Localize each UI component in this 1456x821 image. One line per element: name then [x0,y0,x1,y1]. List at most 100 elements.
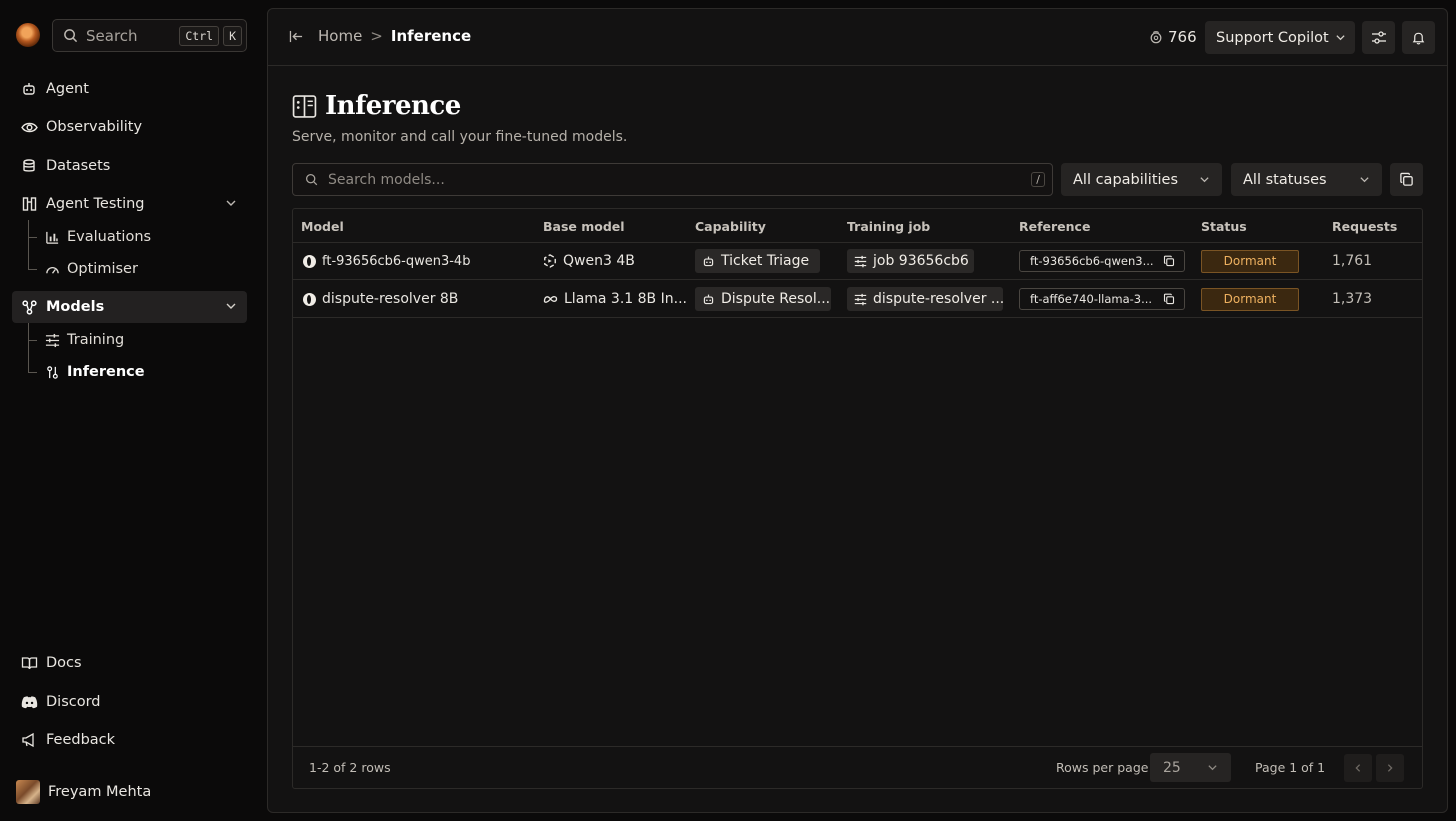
rows-per-page-value: 25 [1163,759,1181,776]
base-model-name: Llama 3.1 8B In... [564,291,687,307]
sliders-icon [44,332,60,348]
avatar [16,780,40,804]
sidebar-item-agent-testing[interactable]: Agent Testing [12,188,247,220]
sidebar-item-models[interactable]: Models [12,291,247,323]
breadcrumb: Home > Inference [289,27,471,45]
models-search-input[interactable]: Search models... / [292,163,1053,196]
database-icon [20,157,38,175]
app-logo[interactable] [16,23,40,47]
sidebar-item-training[interactable]: Training [44,327,124,353]
table-row[interactable]: ft-93656cb6-qwen3-4b Qwen3 4B Ticket Tri… [293,242,1422,280]
sidebar-item-discord[interactable]: Discord [12,686,247,718]
reference-cell: ft-93656cb6-qwen3... [1019,242,1185,280]
collapse-sidebar-icon[interactable] [289,30,304,43]
breadcrumb-current: Inference [390,27,472,45]
search-icon [64,29,78,43]
column-header-capability[interactable]: Capability [695,219,766,234]
credits-value: 766 [1168,28,1197,46]
sidebar-item-optimiser[interactable]: Optimiser [44,256,138,282]
column-header-reference[interactable]: Reference [1019,219,1090,234]
sidebar-item-inference[interactable]: Inference [44,359,145,385]
sliders-icon [854,293,867,306]
capability-cell[interactable]: Ticket Triage [695,242,820,280]
column-header-model[interactable]: Model [301,219,344,234]
tree-branch [28,372,37,373]
status-badge: Dormant [1201,249,1299,273]
capability-chip[interactable]: Ticket Triage [695,249,820,273]
inference-icon [44,364,60,380]
sidebar-item-label: Training [67,332,125,348]
global-search[interactable]: Search Ctrl K [52,19,247,52]
sidebar-item-label: Feedback [46,732,116,748]
user-name: Freyam Mehta [48,784,152,800]
credits-counter[interactable]: 766 [1149,28,1197,46]
previous-page-button[interactable] [1344,754,1372,782]
page-header: Inference [292,91,461,121]
sidebar-item-label: Models [46,299,105,315]
sidebar-item-evaluations[interactable]: Evaluations [44,224,151,250]
project-selector[interactable]: Support Copilot [1205,21,1355,54]
sidebar: Search Ctrl K Agent Observability Datase… [0,0,258,821]
page-title: Inference [325,91,461,121]
page-indicator: Page 1 of 1 [1255,760,1326,775]
column-header-training-job[interactable]: Training job [847,219,930,234]
chevron-down-icon [1336,35,1345,41]
chevron-down-icon [1208,765,1217,771]
sidebar-item-datasets[interactable]: Datasets [12,150,247,182]
qwen-icon [543,254,557,268]
sidebar-item-label: Agent [46,81,89,97]
model-cell[interactable]: dispute-resolver 8B [303,280,458,318]
shortcut-k: K [223,25,242,46]
copy-icon[interactable] [1163,293,1175,305]
robot-icon [702,255,715,268]
rows-per-page-select[interactable]: 25 [1150,753,1231,782]
notifications-button[interactable] [1402,21,1435,54]
base-model-name: Qwen3 4B [563,253,635,269]
training-job-label: dispute-resolver ... [873,291,1003,307]
models-icon [20,298,38,316]
requests-count: 1,761 [1332,253,1373,269]
settings-button[interactable] [1362,21,1395,54]
user-menu[interactable]: Freyam Mehta [16,780,151,804]
statuses-filter[interactable]: All statuses [1231,163,1382,196]
next-page-button[interactable] [1376,754,1404,782]
sidebar-item-label: Discord [46,694,101,710]
copy-icon [1400,172,1413,186]
chevron-down-icon [1360,177,1369,183]
page-subtitle: Serve, monitor and call your fine-tuned … [292,129,628,145]
sidebar-item-docs[interactable]: Docs [12,647,247,679]
model-name: dispute-resolver 8B [322,291,459,307]
column-header-base-model[interactable]: Base model [543,219,625,234]
capability-label: Dispute Resol... [721,291,831,307]
breadcrumb-home[interactable]: Home [318,27,362,45]
training-job-cell[interactable]: job 93656cb6 [847,242,974,280]
book-icon [20,654,38,672]
copy-icon[interactable] [1163,255,1175,267]
models-table: Model Base model Capability Training job… [292,208,1423,789]
sidebar-item-label: Observability [46,119,143,135]
chevron-right-icon [1387,764,1393,772]
bell-icon [1412,32,1425,44]
capability-cell[interactable]: Dispute Resol... [695,280,831,318]
training-job-chip[interactable]: dispute-resolver ... [847,287,1003,311]
capabilities-filter[interactable]: All capabilities [1061,163,1222,196]
sidebar-item-observability[interactable]: Observability [12,111,247,143]
sidebar-item-agent[interactable]: Agent [12,73,247,105]
chevron-down-icon [1200,177,1209,183]
table-row[interactable]: dispute-resolver 8B Llama 3.1 8B In... D… [293,280,1422,318]
table-footer: 1-2 of 2 rows Rows per page 25 Page 1 of… [293,746,1422,788]
search-label: Search [86,26,138,45]
project-name: Support Copilot [1216,29,1329,46]
column-header-requests[interactable]: Requests [1332,219,1397,234]
table-header: Model Base model Capability Training job… [293,209,1422,243]
reference-box: ft-93656cb6-qwen3... [1019,250,1185,272]
inference-icon [292,94,317,118]
copy-button[interactable] [1390,163,1423,196]
reference-value: ft-93656cb6-qwen3... [1030,254,1154,268]
capability-chip[interactable]: Dispute Resol... [695,287,831,311]
training-job-chip[interactable]: job 93656cb6 [847,249,974,273]
training-job-cell[interactable]: dispute-resolver ... [847,280,1003,318]
model-cell[interactable]: ft-93656cb6-qwen3-4b [303,242,470,280]
sidebar-item-feedback[interactable]: Feedback [12,724,247,756]
column-header-status[interactable]: Status [1201,219,1247,234]
